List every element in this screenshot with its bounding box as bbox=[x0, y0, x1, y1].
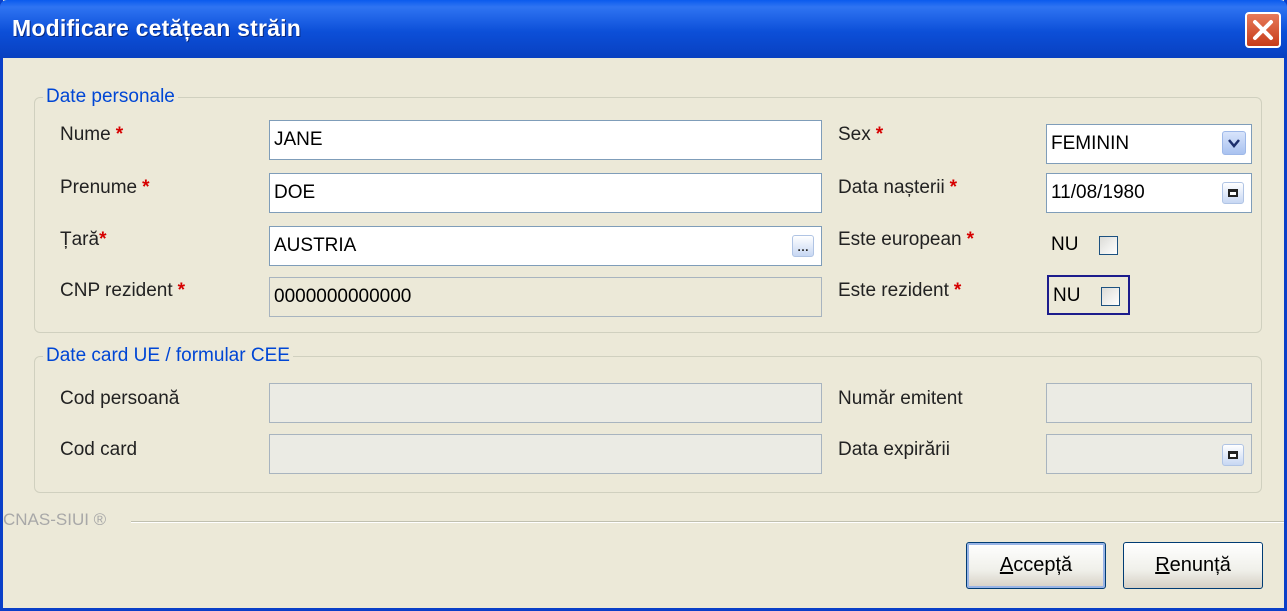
calendar-icon bbox=[1228, 189, 1238, 197]
close-button[interactable] bbox=[1245, 12, 1281, 48]
calendar-icon bbox=[1228, 451, 1238, 459]
prenume-input[interactable]: DOE bbox=[269, 173, 822, 213]
numar-emitent-label: Număr emitent bbox=[838, 388, 963, 409]
european-value: NU bbox=[1051, 234, 1079, 255]
nume-input[interactable]: JANE bbox=[269, 120, 822, 160]
tara-browse-button[interactable]: … bbox=[792, 235, 814, 257]
prenume-label: Prenume * bbox=[60, 177, 150, 198]
cancel-button[interactable]: Renunță bbox=[1123, 542, 1263, 589]
footer-divider bbox=[131, 521, 1284, 523]
tara-label: Țară* bbox=[60, 229, 107, 250]
cod-card-input[interactable] bbox=[269, 434, 822, 474]
cod-persoana-label: Cod persoană bbox=[60, 388, 180, 409]
numar-emitent-input[interactable] bbox=[1046, 383, 1252, 423]
footer-brand: CNAS-SIUI ® bbox=[3, 510, 119, 530]
cod-card-label: Cod card bbox=[60, 439, 138, 460]
rezident-value: NU bbox=[1053, 285, 1081, 306]
sex-label: Sex * bbox=[838, 124, 884, 145]
nume-label: Nume * bbox=[60, 124, 124, 145]
cnp-input[interactable]: 0000000000000 bbox=[269, 277, 822, 317]
card-data-legend: Date card UE / formular CEE bbox=[46, 345, 290, 366]
dialog-body: Date personale Nume * JANE Prenume * DOE Ț… bbox=[3, 58, 1284, 608]
dialog-window: Modificare cetățean străin Date personal… bbox=[0, 0, 1287, 611]
tara-input[interactable]: AUSTRIA bbox=[269, 226, 822, 266]
sex-dropdown-button[interactable] bbox=[1222, 131, 1246, 155]
european-label: Este european * bbox=[838, 229, 974, 250]
cnp-label: CNP rezident * bbox=[60, 280, 186, 301]
rezident-label: Este rezident * bbox=[838, 280, 962, 301]
ellipsis-icon: … bbox=[797, 240, 809, 254]
data-nasterii-calendar-button[interactable] bbox=[1222, 182, 1244, 204]
accept-button[interactable]: Accepță bbox=[966, 542, 1106, 589]
close-icon bbox=[1253, 20, 1273, 40]
european-checkbox[interactable] bbox=[1099, 236, 1118, 255]
data-expirarii-calendar-button[interactable] bbox=[1222, 444, 1244, 466]
rezident-checkbox-field[interactable]: NU bbox=[1047, 275, 1130, 315]
rezident-checkbox[interactable] bbox=[1101, 287, 1120, 306]
cod-persoana-input[interactable] bbox=[269, 383, 822, 423]
european-checkbox-field[interactable]: NU bbox=[1047, 226, 1129, 266]
data-nasterii-label: Data nașterii * bbox=[838, 177, 958, 198]
data-expirarii-label: Data expirării bbox=[838, 439, 950, 460]
chevron-down-icon bbox=[1228, 139, 1240, 148]
personal-data-legend: Date personale bbox=[46, 86, 175, 107]
window-title: Modificare cetățean străin bbox=[12, 15, 301, 41]
title-bar[interactable]: Modificare cetățean străin bbox=[0, 0, 1287, 58]
